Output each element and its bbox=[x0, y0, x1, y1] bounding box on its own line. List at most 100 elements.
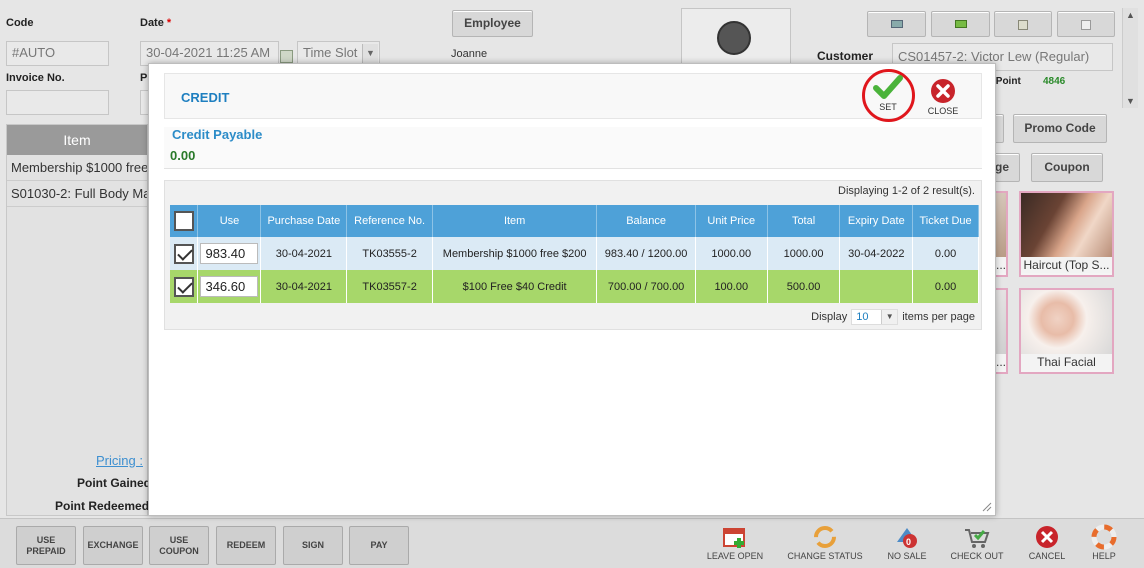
total-cell: 500.00 bbox=[767, 270, 841, 303]
credit-dialog: CREDIT SET CLOSE Credit Payable 0.00 Dis… bbox=[148, 63, 996, 516]
pay-button[interactable]: PAY bbox=[349, 526, 409, 565]
code-field[interactable]: #AUTO bbox=[6, 41, 109, 66]
svg-text:0: 0 bbox=[906, 537, 911, 547]
point-gained-label: Point Gained bbox=[77, 476, 152, 490]
close-button[interactable]: CLOSE bbox=[923, 78, 963, 116]
expiry-date-cell: 30-04-2022 bbox=[839, 237, 914, 270]
product-tile-haircut[interactable]: Haircut (Top S... bbox=[1019, 191, 1114, 277]
credit-payable-section: Credit Payable 0.00 bbox=[164, 127, 982, 169]
invoice-field[interactable] bbox=[6, 90, 109, 115]
item-cell: $100 Free $40 Credit bbox=[432, 270, 598, 303]
scroll-up-icon[interactable]: ▲ bbox=[1126, 10, 1135, 20]
cancel-button[interactable]: CANCEL bbox=[1015, 523, 1079, 567]
no-sale-icon: 0 bbox=[897, 528, 917, 548]
date-label: Date * bbox=[140, 17, 171, 29]
ticket-due-cell: 0.00 bbox=[912, 237, 979, 270]
reference-cell: TK03557-2 bbox=[346, 270, 433, 303]
check-out-label: CHECK OUT bbox=[950, 551, 1004, 561]
pager-suffix: items per page bbox=[902, 311, 975, 323]
column-header[interactable]: Ticket Due bbox=[912, 205, 979, 237]
dialog-title-bar: CREDIT bbox=[164, 73, 982, 119]
scroll-down-icon[interactable]: ▼ bbox=[1126, 96, 1135, 106]
card-point-value: 4846 bbox=[1043, 76, 1066, 87]
coupon-button[interactable]: Coupon bbox=[1031, 153, 1103, 182]
resize-handle-icon[interactable] bbox=[982, 502, 992, 512]
cancel-label: CANCEL bbox=[1028, 551, 1066, 561]
item-row[interactable]: Membership $1000 free bbox=[7, 155, 147, 181]
cancel-icon bbox=[1036, 526, 1058, 548]
p-label: P bbox=[140, 72, 148, 84]
cart-check-icon bbox=[965, 529, 990, 548]
column-header[interactable]: Balance bbox=[596, 205, 696, 237]
unit-price-cell: 100.00 bbox=[695, 270, 768, 303]
leave-open-label: LEAVE OPEN bbox=[706, 551, 764, 561]
use-amount-input[interactable] bbox=[200, 276, 259, 297]
row-checkbox[interactable] bbox=[173, 243, 194, 264]
tile-image bbox=[1021, 290, 1112, 354]
unit-price-cell: 1000.00 bbox=[695, 237, 768, 270]
row-checkbox[interactable] bbox=[173, 276, 194, 297]
promo-code-button[interactable]: Promo Code bbox=[1013, 114, 1107, 143]
balance-cell: 983.40 / 1200.00 bbox=[596, 237, 696, 270]
employee-button[interactable]: Employee bbox=[452, 10, 533, 37]
timeslot-placeholder: Time Slot bbox=[303, 45, 358, 60]
product-tile-thai-facial[interactable]: Thai Facial bbox=[1019, 288, 1114, 374]
expiry-date-cell bbox=[839, 270, 914, 303]
set-label: SET bbox=[879, 102, 897, 112]
item-cell: Membership $1000 free $200 bbox=[432, 237, 598, 270]
close-label: CLOSE bbox=[927, 106, 959, 116]
column-header[interactable]: Total bbox=[767, 205, 841, 237]
code-label: Code bbox=[6, 17, 34, 29]
column-header[interactable]: Item bbox=[432, 205, 598, 237]
scrollbar[interactable]: ▲ ▼ bbox=[1122, 8, 1138, 108]
tile-label: Thai Facial bbox=[1021, 354, 1112, 370]
use-coupon-button[interactable]: USE COUPON bbox=[149, 526, 209, 565]
redeem-button[interactable]: REDEEM bbox=[216, 526, 276, 565]
row-select-cell bbox=[170, 237, 199, 270]
results-count: Displaying 1-2 of 2 result(s). bbox=[838, 185, 975, 197]
customer-toolbar-button-2[interactable] bbox=[931, 11, 990, 37]
tile-image bbox=[1021, 193, 1112, 257]
select-all-checkbox[interactable] bbox=[173, 211, 194, 231]
total-cell: 1000.00 bbox=[767, 237, 841, 270]
date-label-text: Date bbox=[140, 17, 164, 29]
column-header[interactable]: Unit Price bbox=[695, 205, 768, 237]
column-header[interactable]: Use bbox=[197, 205, 262, 237]
customer-toolbar-button-1[interactable] bbox=[867, 11, 926, 37]
close-icon bbox=[931, 79, 955, 103]
calendar-add-icon bbox=[723, 528, 745, 548]
pager: Display 10 ▼ items per page bbox=[811, 309, 975, 325]
calendar-icon[interactable] bbox=[280, 50, 293, 63]
column-header[interactable]: Reference No. bbox=[346, 205, 433, 237]
chevron-down-icon: ▼ bbox=[881, 310, 898, 324]
set-button[interactable]: SET bbox=[871, 74, 905, 112]
no-sale-label: NO SALE bbox=[887, 551, 927, 561]
credit-payable-title: Credit Payable bbox=[172, 127, 263, 142]
table-row[interactable]: 30-04-2021 TK03555-2 Membership $1000 fr… bbox=[170, 237, 979, 270]
check-out-button[interactable]: CHECK OUT bbox=[945, 523, 1009, 567]
pricing-link[interactable]: Pricing : bbox=[96, 453, 143, 468]
invoice-label: Invoice No. bbox=[6, 72, 65, 84]
balance-cell: 700.00 / 700.00 bbox=[596, 270, 696, 303]
purchase-date-cell: 30-04-2021 bbox=[260, 237, 348, 270]
customer-toolbar-button-4[interactable] bbox=[1057, 11, 1115, 37]
money-icon bbox=[954, 20, 967, 28]
customer-toolbar-button-3[interactable] bbox=[994, 11, 1052, 37]
use-amount-input[interactable] bbox=[200, 243, 259, 264]
change-status-button[interactable]: CHANGE STATUS bbox=[784, 523, 866, 567]
sign-button[interactable]: SIGN bbox=[283, 526, 343, 565]
use-prepaid-button[interactable]: USE PREPAID bbox=[16, 526, 76, 565]
select-all-header bbox=[170, 205, 199, 237]
table-row[interactable]: 30-04-2021 TK03557-2 $100 Free $40 Credi… bbox=[170, 270, 979, 303]
edit-icon bbox=[1018, 20, 1028, 30]
column-header[interactable]: Expiry Date bbox=[839, 205, 914, 237]
item-row[interactable]: S01030-2: Full Body Ma bbox=[7, 181, 147, 207]
help-button[interactable]: HELP bbox=[1072, 523, 1136, 567]
column-header[interactable]: Purchase Date bbox=[260, 205, 348, 237]
help-label: HELP bbox=[1092, 551, 1116, 561]
no-sale-button[interactable]: 0 NO SALE bbox=[875, 523, 939, 567]
exchange-button[interactable]: EXCHANGE bbox=[83, 526, 143, 565]
page-size-select[interactable]: 10 ▼ bbox=[851, 309, 899, 325]
reference-cell: TK03555-2 bbox=[346, 237, 433, 270]
leave-open-button[interactable]: LEAVE OPEN bbox=[703, 523, 767, 567]
